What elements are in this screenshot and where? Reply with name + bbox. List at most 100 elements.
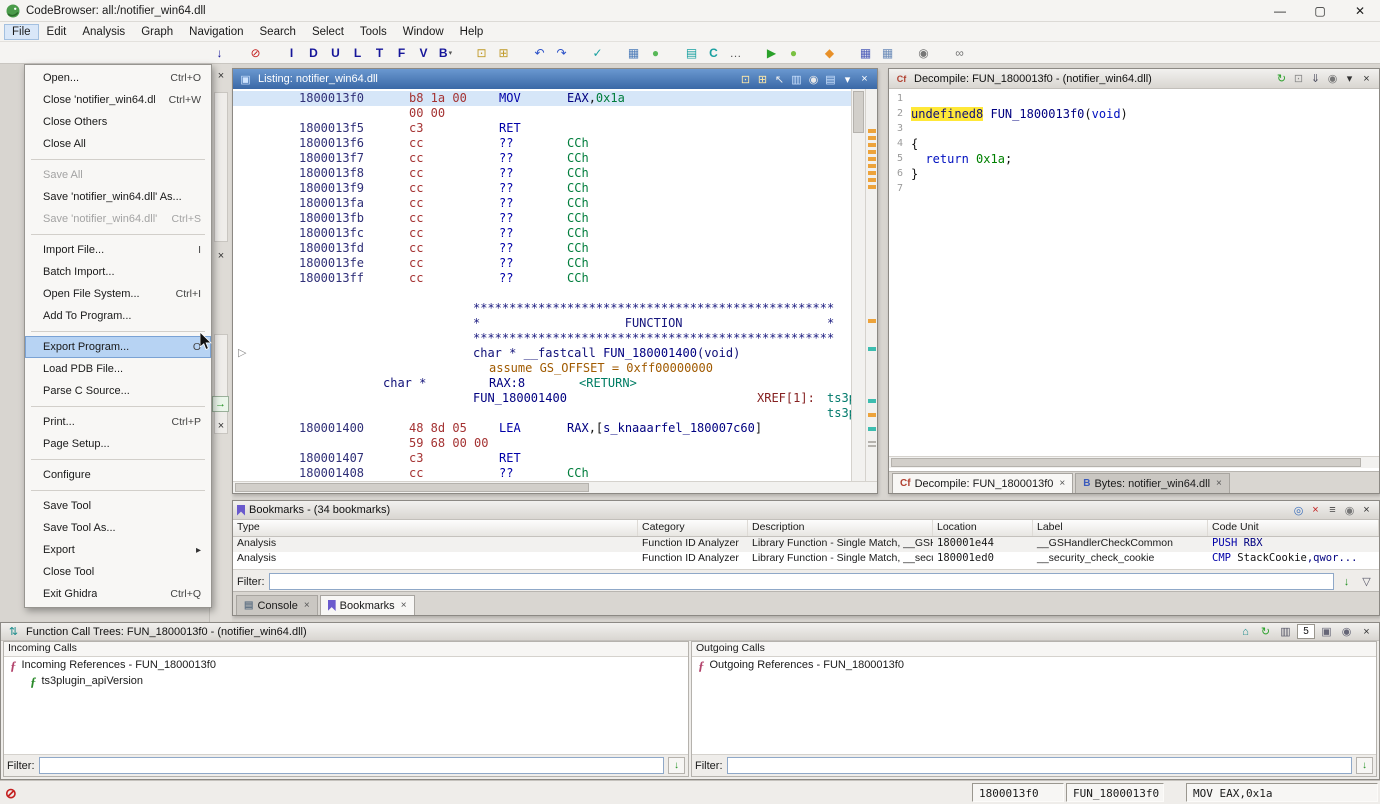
decompile-line[interactable]: 5 return 0x1a; xyxy=(889,152,1379,167)
tab-bytes-notifier-win64-dll[interactable]: BBytes: notifier_win64.dll× xyxy=(1075,473,1230,493)
listing-line[interactable]: char * __fastcall FUN_180001400(void) xyxy=(233,346,851,361)
parse-c-icon[interactable]: C xyxy=(706,44,721,62)
copy-icon[interactable]: ⊡ xyxy=(1290,71,1307,86)
listing-line[interactable]: assume GS_OFFSET = 0xff00000000 xyxy=(233,361,851,376)
scrollbar-thumb[interactable] xyxy=(235,483,589,492)
decompile-line[interactable]: 1 xyxy=(889,92,1379,107)
listing-current-line[interactable]: 1800013f0b8 1a 00MOVEAX,0x1a xyxy=(233,91,851,106)
listing-line[interactable]: 18000140048 8d 05LEARAX,[s_knaaarfel_180… xyxy=(233,421,851,436)
plugin-ball-icon[interactable]: ● xyxy=(786,44,801,62)
export-icon[interactable]: ⇓ xyxy=(1307,71,1324,86)
undo-icon[interactable]: ↶ xyxy=(532,44,547,62)
file-menu-item-print[interactable]: Print...Ctrl+P xyxy=(25,411,211,433)
close-button[interactable]: ✕ xyxy=(1340,0,1380,22)
listing-vertical-scrollbar[interactable] xyxy=(851,89,865,481)
column-header-location[interactable]: Location xyxy=(933,520,1033,536)
decompile-line[interactable]: 3 xyxy=(889,122,1379,137)
listing-line[interactable]: 1800013f8cc??CCh xyxy=(233,166,851,181)
column-header-category[interactable]: Category xyxy=(638,520,748,536)
snapshot-icon[interactable]: ◉ xyxy=(1341,503,1358,518)
select-columns-icon[interactable]: ≡ xyxy=(1324,503,1341,518)
listing-line[interactable]: 1800013facc??CCh xyxy=(233,196,851,211)
menu-select[interactable]: Select xyxy=(304,24,352,40)
tab-close-icon[interactable]: × xyxy=(401,600,407,611)
file-menu-item-open-file-system[interactable]: Open File System...Ctrl+I xyxy=(25,283,211,305)
menu-navigation[interactable]: Navigation xyxy=(181,24,251,40)
apply-icon[interactable]: → xyxy=(212,396,229,412)
symbol-table-icon[interactable]: ● xyxy=(648,44,663,62)
file-menu-item-close-others[interactable]: Close Others xyxy=(25,111,211,133)
navigation-marker-icon[interactable]: ↓ xyxy=(212,44,227,62)
tab-close-icon[interactable]: × xyxy=(1216,478,1222,489)
listing-horizontal-scrollbar[interactable] xyxy=(233,481,877,493)
filter-save-icon[interactable]: ↓ xyxy=(1338,574,1355,589)
menu-graph[interactable]: Graph xyxy=(133,24,181,40)
menu-edit[interactable]: Edit xyxy=(39,24,75,40)
menu-help[interactable]: Help xyxy=(452,24,492,40)
tab-console[interactable]: ▤Console× xyxy=(236,595,318,615)
copy-icon[interactable]: ⊡ xyxy=(474,44,489,62)
listing-line[interactable]: 180001408cc??CCh xyxy=(233,466,851,481)
set-instruction-button[interactable]: I xyxy=(284,44,299,62)
close-icon[interactable]: × xyxy=(1358,71,1375,86)
close-icon[interactable]: × xyxy=(212,420,230,436)
dual-panel-icon[interactable]: ▥ xyxy=(1277,624,1294,639)
listing-line[interactable]: 1800013f5c3RET xyxy=(233,121,851,136)
set-label-button[interactable]: L xyxy=(350,44,365,62)
column-header-description[interactable]: Description xyxy=(748,520,933,536)
listing-line[interactable]: 59 68 00 00 xyxy=(233,436,851,451)
set-data-button[interactable]: D xyxy=(306,44,321,62)
listing-line[interactable]: 1800013fbcc??CCh xyxy=(233,211,851,226)
clear-color-icon[interactable]: ⊘ xyxy=(248,44,263,62)
function-graph-icon[interactable]: ▦ xyxy=(880,44,895,62)
filter-options-icon[interactable]: ↓ xyxy=(1356,757,1373,774)
scrollbar-thumb[interactable] xyxy=(891,458,1361,467)
set-text-button[interactable]: T xyxy=(372,44,387,62)
paste-icon[interactable]: ⊞ xyxy=(496,44,511,62)
file-menu-item-close-tool[interactable]: Close Tool xyxy=(25,561,211,583)
dropdown-caret-icon[interactable]: ▾ xyxy=(1341,71,1358,86)
tab-decompile-fun-1800013f0[interactable]: CfDecompile: FUN_1800013f0× xyxy=(892,473,1073,493)
listing-line[interactable]: 1800013ffcc??CCh xyxy=(233,271,851,286)
file-menu-item-save-tool-as[interactable]: Save Tool As... xyxy=(25,517,211,539)
scrollbar-thumb[interactable] xyxy=(853,91,864,133)
menu-search[interactable]: Search xyxy=(252,24,304,40)
menu-file[interactable]: File xyxy=(4,24,39,40)
filter-options-icon[interactable]: ▽ xyxy=(1358,574,1375,589)
maximize-button[interactable]: ▢ xyxy=(1300,0,1340,22)
file-menu-item-add-to-program[interactable]: Add To Program... xyxy=(25,305,211,327)
listing-line[interactable]: ****************************************… xyxy=(233,331,851,346)
set-variable-button[interactable]: V xyxy=(416,44,431,62)
decompile-line[interactable]: 4{ xyxy=(889,137,1379,152)
copy-icon[interactable]: ⊡ xyxy=(737,72,754,87)
listing-navigation-margin[interactable] xyxy=(865,89,877,481)
decompile-horizontal-scrollbar[interactable] xyxy=(889,456,1379,468)
delete-icon[interactable]: × xyxy=(1307,503,1324,518)
listing-line[interactable]: 1800013f9cc??CCh xyxy=(233,181,851,196)
redo-icon[interactable]: ↷ xyxy=(554,44,569,62)
bookmarks-filter-input[interactable] xyxy=(269,573,1335,590)
listing-line[interactable]: 1800013f6cc??CCh xyxy=(233,136,851,151)
validate-icon[interactable]: ✓ xyxy=(590,44,605,62)
tab-close-icon[interactable]: × xyxy=(1059,478,1065,489)
bookmark-row[interactable]: AnalysisFunction ID AnalyzerLibrary Func… xyxy=(233,537,1379,552)
set-function-button[interactable]: F xyxy=(394,44,409,62)
bookmark-diamond-icon[interactable]: ◆ xyxy=(822,44,837,62)
menu-tools[interactable]: Tools xyxy=(352,24,395,40)
home-icon[interactable]: ⌂ xyxy=(1237,624,1254,639)
scrollbar[interactable] xyxy=(214,334,228,434)
listing-line[interactable]: 1800013f7cc??CCh xyxy=(233,151,851,166)
listing-line[interactable] xyxy=(233,286,851,301)
close-icon[interactable]: × xyxy=(856,72,873,87)
tree-item[interactable]: ƒIncoming References - FUN_1800013f0 xyxy=(4,657,688,673)
listing-line[interactable]: char *RAX:8<RETURN> xyxy=(233,376,851,391)
incoming-filter-input[interactable] xyxy=(39,757,665,774)
menu-analysis[interactable]: Analysis xyxy=(74,24,133,40)
recurse-depth-spinner[interactable]: 5 xyxy=(1297,624,1315,639)
snapshot-icon[interactable]: ◉ xyxy=(1324,71,1341,86)
set-byte-button[interactable]: B▾ xyxy=(438,44,453,62)
file-menu-item-save-all[interactable]: Save All xyxy=(25,164,211,186)
file-menu-item-close-notifier-win64-dll[interactable]: Close 'notifier_win64.dll'Ctrl+W xyxy=(25,89,211,111)
file-menu-item-exit-ghidra[interactable]: Exit GhidraCtrl+Q xyxy=(25,583,211,605)
file-menu-item-save-notifier-win64-dll[interactable]: Save 'notifier_win64.dll'Ctrl+S xyxy=(25,208,211,230)
